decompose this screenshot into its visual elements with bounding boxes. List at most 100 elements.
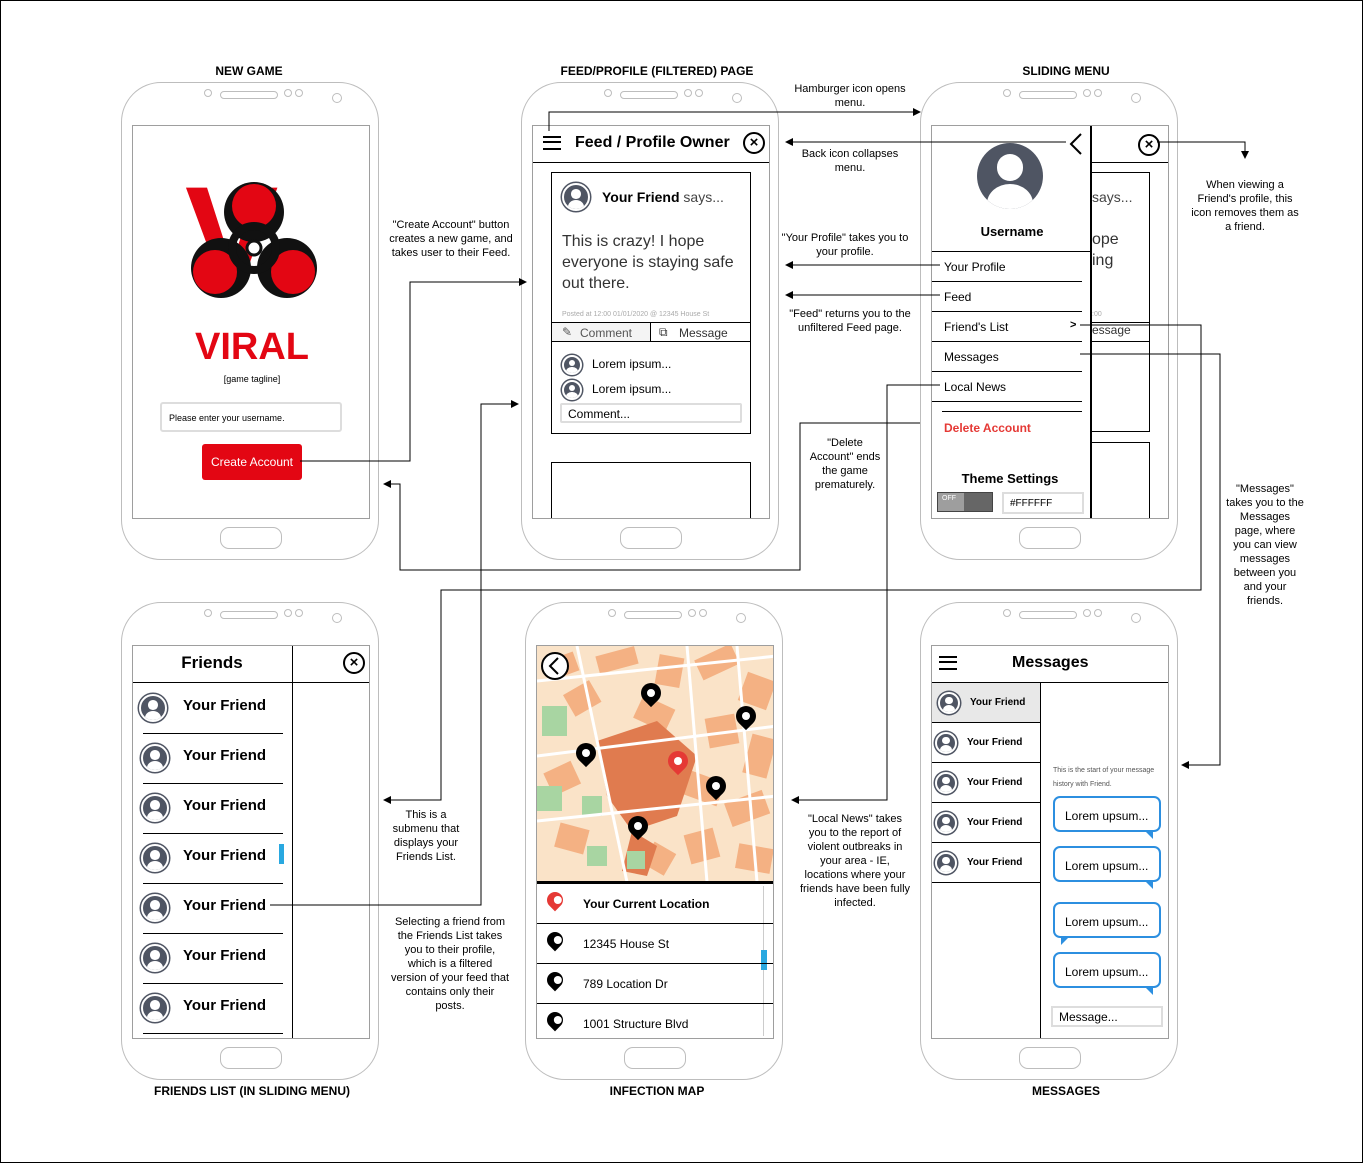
hamburger-icon[interactable]	[543, 136, 561, 150]
contact-row-2[interactable]: Your Friend	[932, 723, 1040, 763]
location-pin-icon	[543, 888, 567, 912]
note-create-account: "Create Account" button creates a new ga…	[389, 219, 513, 259]
message-button[interactable]: ⧉ Message	[651, 322, 750, 342]
caption-feed: FEED/PROFILE (FILTERED) PAGE	[560, 64, 754, 78]
contact-row-1[interactable]: Your Friend	[932, 683, 1040, 723]
comment-avatar-2	[562, 380, 582, 400]
post-author[interactable]: Your Friend	[602, 189, 680, 205]
friend-row-6[interactable]: Your Friend	[141, 934, 283, 984]
location-row-2[interactable]: 789 Location Dr	[537, 964, 773, 1004]
remove-friend-icon-bg[interactable]: ×	[1138, 134, 1160, 156]
create-account-button[interactable]: Create Account	[202, 444, 302, 480]
feed-title: Feed / Profile Owner	[575, 134, 730, 151]
contact-row-5[interactable]: Your Friend	[932, 843, 1040, 883]
sliding-menu-screen: × says... ope ing :00 essage Username Yo…	[931, 125, 1169, 519]
location-row-1[interactable]: 12345 House St	[537, 924, 773, 964]
delete-account-button[interactable]: Delete Account	[944, 421, 1031, 435]
bg-text-3: ing	[1092, 252, 1114, 269]
comment-button[interactable]: ✎ Comment	[552, 322, 651, 342]
friend-row-5[interactable]: Your Friend	[141, 884, 283, 934]
menu-item-feed[interactable]: Feed	[932, 282, 1082, 312]
phone-friends-list: × Friends Your Friend Your Friend Your F…	[121, 602, 379, 1080]
menu-item-your-profile[interactable]: Your Profile	[932, 252, 1082, 282]
phone-feed: Feed / Profile Owner × Your Friend says.…	[521, 82, 779, 560]
pencil-icon: ✎	[562, 325, 573, 339]
contact-row-4[interactable]: Your Friend	[932, 803, 1040, 843]
note-hamburger: Hamburger icon opens menu.	[794, 83, 906, 109]
post-card: Your Friend says... This is crazy! I hop…	[551, 172, 751, 434]
location-pin-icon	[543, 968, 567, 992]
message-bubble: Lorem upsum...	[1053, 796, 1161, 839]
user-avatar	[977, 143, 1043, 209]
friend-row-2[interactable]: Your Friend	[141, 734, 283, 784]
phone-infection-map: Your Current Location 12345 House St 789…	[525, 602, 783, 1080]
post-meta: Posted at 12:00 01/01/2020 @ 12345 House…	[562, 311, 710, 318]
chevron-right-icon: >	[1070, 319, 1077, 331]
message-button-label: Message	[679, 326, 728, 340]
menu-item-messages[interactable]: Messages	[932, 342, 1082, 372]
post-text: This is crazy! I hope everyone is stayin…	[562, 233, 734, 292]
infection-map-screen: Your Current Location 12345 House St 789…	[536, 645, 774, 1039]
location-pin-icon	[543, 928, 567, 952]
note-remove-friend: When viewing a Friend's profile, this ic…	[1191, 179, 1299, 233]
bg-text-1: says...	[1092, 189, 1133, 205]
feed-header: Feed / Profile Owner ×	[533, 126, 769, 163]
map-back-icon[interactable]	[541, 652, 569, 680]
phone-sliding-menu: × says... ope ing :00 essage Username Yo…	[920, 82, 1178, 560]
menu-panel: Username Your Profile Feed Friend's List…	[932, 126, 1092, 518]
note-local-news: "Local News" takes you to the report of …	[799, 813, 911, 909]
feed-screen: Feed / Profile Owner × Your Friend says.…	[532, 125, 770, 519]
comment-input[interactable]: Comment...	[560, 403, 742, 423]
caption-infection-map: INFECTION MAP	[609, 1084, 705, 1098]
biohazard-icon	[191, 182, 317, 298]
note-submenu: This is a submenu that displays your Fri…	[392, 809, 460, 863]
comment-button-label: Comment	[580, 326, 633, 340]
theme-toggle[interactable]: OFF	[937, 492, 993, 512]
caption-sliding-menu: SLIDING MENU	[1022, 64, 1110, 78]
remove-friend-icon[interactable]: ×	[743, 132, 765, 154]
comment-avatar-1	[562, 355, 582, 375]
city-map[interactable]	[537, 646, 774, 882]
theme-settings-label: Theme Settings	[961, 471, 1059, 486]
friends-panel: Friends Your Friend Your Friend Your Fri…	[133, 646, 293, 1038]
location-row-3[interactable]: 1001 Structure Blvd	[537, 1004, 773, 1038]
theme-color-input[interactable]: #FFFFFF	[1002, 492, 1084, 514]
back-icon[interactable]	[1069, 132, 1083, 156]
note-your-profile: "Your Profile" takes you to your profile…	[781, 232, 909, 258]
friend-row-1[interactable]: Your Friend	[139, 684, 283, 734]
bg-text-2: ope	[1092, 231, 1119, 248]
friend-row-4[interactable]: Your Friend	[141, 834, 283, 884]
friends-title: Friends	[181, 653, 243, 672]
toggle-label: OFF	[938, 493, 964, 511]
hamburger-icon[interactable]	[939, 656, 957, 670]
post-says: says...	[679, 189, 724, 205]
caption-messages: MESSAGES	[1031, 1084, 1100, 1098]
menu-item-friends-list[interactable]: Friend's List >	[932, 312, 1082, 342]
note-messages: "Messages" takes you to the Messages pag…	[1226, 483, 1304, 607]
friend-row-3[interactable]: Your Friend	[141, 784, 283, 834]
game-title: VIRAL	[195, 326, 309, 368]
menu-username: Username	[980, 224, 1044, 239]
post-avatar	[562, 183, 590, 211]
message-bubble: Lorem upsum...	[1053, 846, 1161, 889]
message-bubble: Lorem upsum...	[1053, 902, 1161, 945]
comment-2: Lorem ipsum...	[592, 382, 672, 396]
phone-new-game: V VIRAL [game tagline] Please enter your…	[121, 82, 379, 560]
history-note: This is the start of your message histor…	[1053, 767, 1155, 788]
bg-next-post	[1092, 442, 1150, 518]
phone-messages: Messages Your Friend Your Friend Your Fr…	[920, 602, 1178, 1080]
menu-item-local-news[interactable]: Local News	[932, 372, 1082, 402]
username-input[interactable]: Please enter your username.	[160, 402, 342, 432]
friends-header: Friends	[133, 646, 292, 683]
remove-friend-icon-bg[interactable]: ×	[343, 652, 365, 674]
caption-new-game: NEW GAME	[215, 64, 283, 78]
messages-screen: Messages Your Friend Your Friend Your Fr…	[931, 645, 1169, 1039]
location-row-current[interactable]: Your Current Location	[537, 884, 773, 924]
game-tagline: [game tagline]	[223, 374, 281, 384]
message-bubble: Lorem upsum...	[1053, 952, 1161, 995]
message-input[interactable]: Message...	[1051, 1006, 1163, 1027]
friend-row-7[interactable]: Your Friend	[141, 984, 283, 1034]
caption-friends-list: FRIENDS LIST (IN SLIDING MENU)	[154, 1084, 350, 1098]
contact-row-3[interactable]: Your Friend	[932, 763, 1040, 803]
new-game-screen: V VIRAL [game tagline] Please enter your…	[132, 125, 370, 519]
